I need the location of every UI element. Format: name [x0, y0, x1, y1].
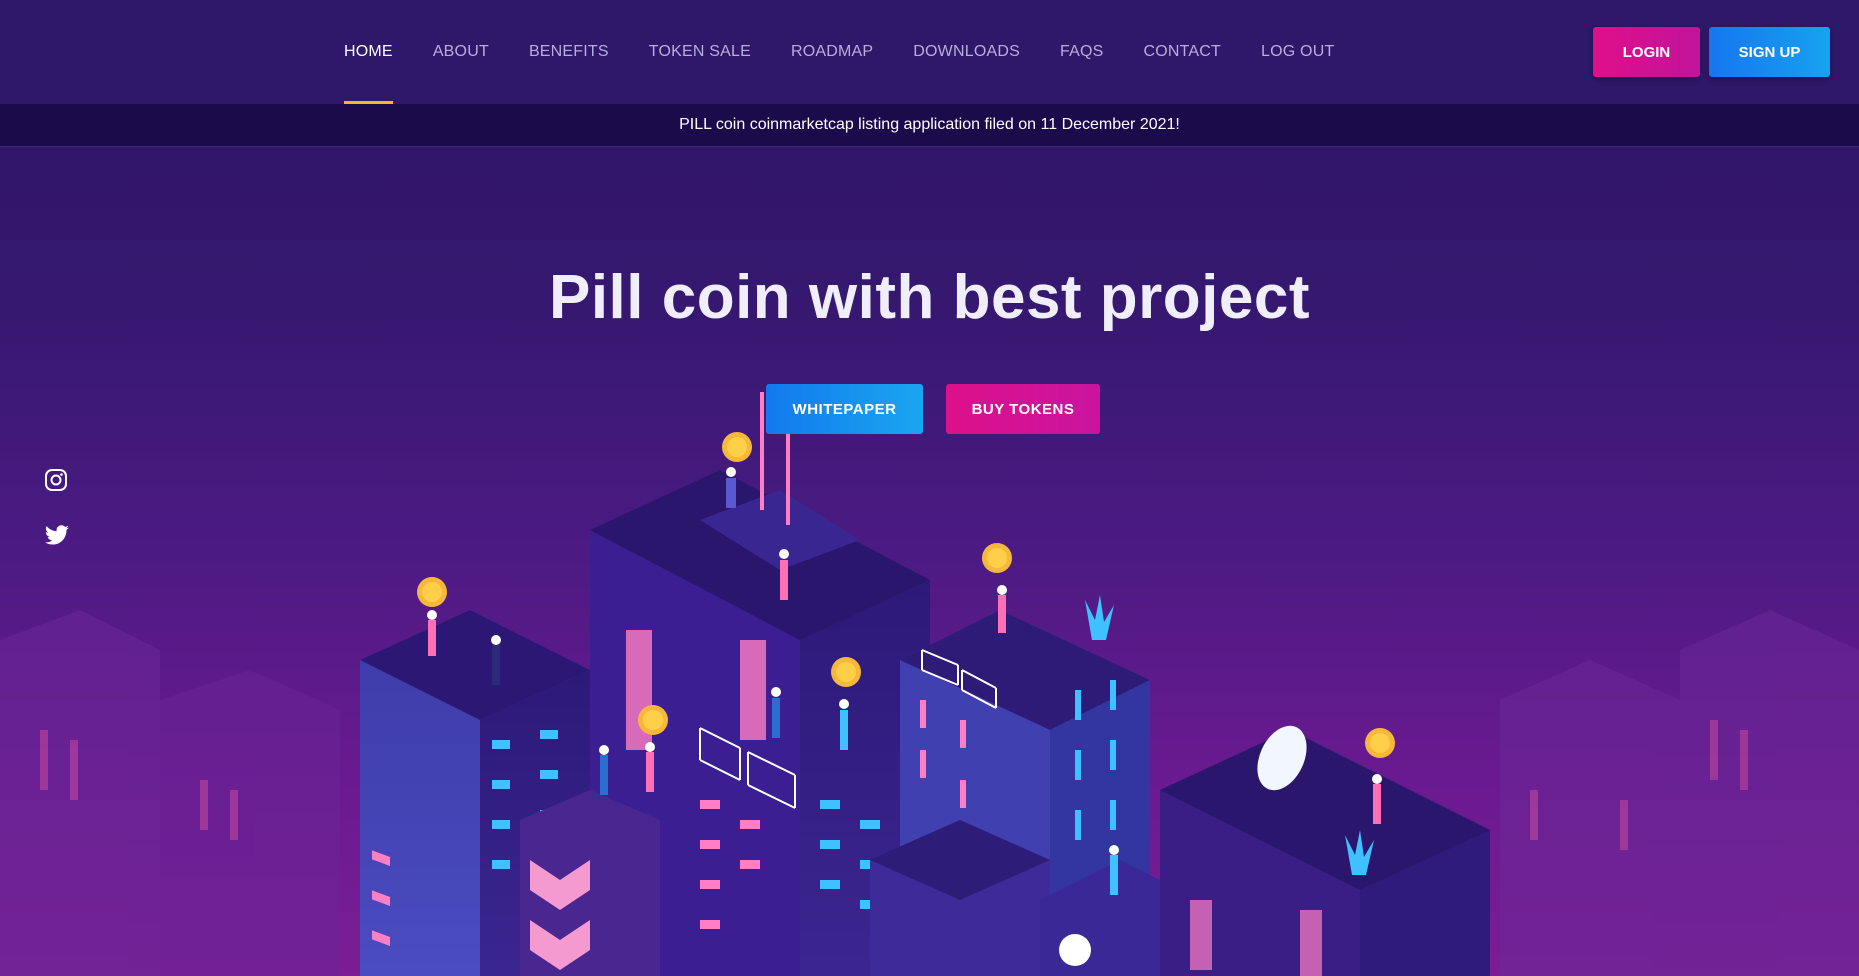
buy-tokens-button[interactable]: BUY TOKENS	[946, 384, 1100, 434]
page: HOME ABOUT BENEFITS TOKEN SALE ROADMAP D…	[0, 0, 1859, 976]
instagram-icon[interactable]	[44, 468, 68, 497]
twitter-icon[interactable]	[44, 525, 70, 552]
whitepaper-button[interactable]: WHITEPAPER	[766, 384, 923, 434]
city-illustration	[0, 392, 1859, 976]
